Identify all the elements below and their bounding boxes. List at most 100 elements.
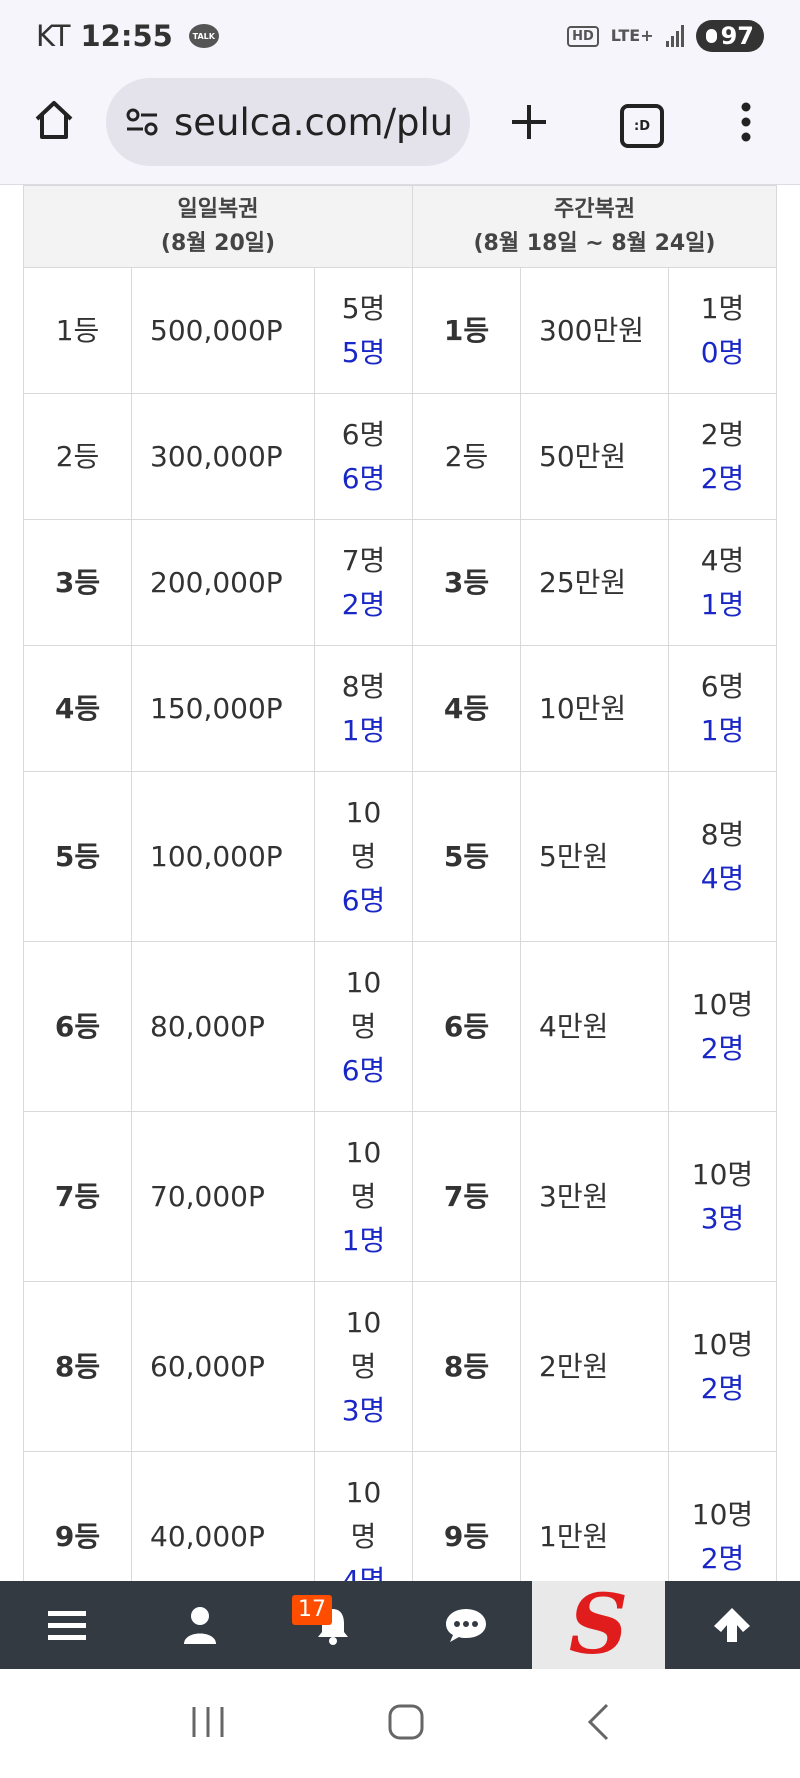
table-row: 1등 500,000P 5명 5명 1등 300만원 1명 0명	[23, 267, 777, 394]
kakaotalk-icon: TALK	[188, 24, 219, 48]
weekly-winners: 2명	[700, 1031, 745, 1065]
address-bar[interactable]: seulca.com/plu	[106, 78, 470, 166]
daily-winners: 1명	[341, 1223, 386, 1257]
daily-rank: 3등	[23, 519, 132, 646]
home-circle-icon	[388, 1704, 424, 1739]
weekly-prize: 5만원	[520, 771, 669, 942]
recent-apps-button[interactable]	[190, 1705, 226, 1743]
daily-winners: 6명	[341, 461, 386, 495]
site-logo: S	[568, 1577, 629, 1673]
table-row: 8등 60,000P 10 명 3명 8등 2만원 10명 2명	[23, 1281, 777, 1452]
weekly-prize: 10만원	[520, 645, 669, 772]
weekly-rank: 5등	[412, 771, 521, 942]
weekly-prize: 4만원	[520, 941, 669, 1112]
table-row: 5등 100,000P 10 명 6명 5등 5만원 8명 4명	[23, 771, 777, 942]
table-row: 6등 80,000P 10 명 6명 6등 4만원 10명 2명	[23, 941, 777, 1112]
weekly-rank: 6등	[412, 941, 521, 1112]
profile-button[interactable]	[133, 1581, 266, 1669]
weekly-rank: 3등	[412, 519, 521, 646]
carrier-label: KT	[36, 19, 71, 53]
weekly-total: 1명	[700, 291, 745, 325]
daily-total-unit: 명	[350, 1009, 377, 1043]
daily-total-number: 10	[345, 1135, 382, 1169]
weekly-rank: 9등	[412, 1451, 521, 1581]
weekly-rank: 8등	[412, 1281, 521, 1452]
weekly-count: 10명 3명	[668, 1111, 777, 1282]
browser-menu-button[interactable]	[730, 98, 762, 146]
weekly-winners: 2명	[700, 461, 745, 495]
weekly-total: 10명	[691, 1497, 754, 1531]
notification-badge: 17	[292, 1595, 332, 1625]
browser-toolbar: seulca.com/plu :D	[0, 72, 800, 185]
daily-prize: 40,000P	[131, 1451, 315, 1581]
daily-total-number: 10	[345, 795, 382, 829]
daily-total-number: 10	[345, 965, 382, 999]
clock: 12:55	[80, 19, 173, 53]
daily-count: 10 명 6명	[314, 771, 413, 942]
daily-prize: 70,000P	[131, 1111, 315, 1282]
weekly-winners: 2명	[700, 1371, 745, 1405]
scroll-top-button[interactable]	[665, 1581, 798, 1669]
daily-count: 8명 1명	[314, 645, 413, 772]
status-right: HD LTE+ 97	[567, 20, 764, 52]
daily-winners: 3명	[341, 1393, 386, 1427]
weekly-lottery-header: 주간복권 (8월 18일 ~ 8월 24일)	[412, 185, 777, 268]
chat-button[interactable]	[399, 1581, 532, 1669]
daily-rank: 6등	[23, 941, 132, 1112]
site-logo-button[interactable]: S	[532, 1581, 665, 1669]
daily-total: 7명	[341, 543, 386, 577]
weekly-prize: 3만원	[520, 1111, 669, 1282]
daily-total: 8명	[341, 669, 386, 703]
table-header-row: 일일복권 (8월 20일) 주간복권 (8월 18일 ~ 8월 24일)	[23, 185, 777, 268]
weekly-count: 10명 2명	[668, 1451, 777, 1581]
table-row: 9등 40,000P 10 명 4명 9등 1만원 10명 2명	[23, 1451, 777, 1582]
daily-prize: 100,000P	[131, 771, 315, 942]
menu-button[interactable]	[0, 1581, 133, 1669]
weekly-total: 4명	[700, 543, 745, 577]
lte-icon: LTE+	[610, 26, 654, 45]
battery-indicator: 97	[695, 20, 764, 52]
daily-total-unit: 명	[350, 1349, 377, 1383]
daily-total: 5명	[341, 291, 386, 325]
daily-count: 7명 2명	[314, 519, 413, 646]
weekly-prize: 2만원	[520, 1281, 669, 1452]
table-row: 2등 300,000P 6명 6명 2등 50만원 2명 2명	[23, 393, 777, 520]
weekly-lottery-date: (8월 18일 ~ 8월 24일)	[473, 230, 716, 256]
daily-winners: 6명	[341, 883, 386, 917]
new-tab-button[interactable]	[505, 98, 553, 146]
daily-rank: 8등	[23, 1281, 132, 1452]
daily-winners: 4명	[341, 1563, 386, 1582]
daily-rank: 9등	[23, 1451, 132, 1581]
weekly-rank: 7등	[412, 1111, 521, 1282]
back-button[interactable]	[586, 1703, 610, 1745]
daily-winners: 1명	[341, 713, 386, 747]
page-content[interactable]: 일일복권 (8월 20일) 주간복권 (8월 18일 ~ 8월 24일) 1등 …	[0, 185, 800, 1581]
notifications-button[interactable]: 17	[266, 1581, 399, 1669]
battery-level: 97	[720, 22, 754, 50]
hamburger-menu-icon	[47, 1611, 86, 1640]
daily-prize: 150,000P	[131, 645, 315, 772]
android-nav-bar	[0, 1669, 800, 1778]
daily-lottery-title: 일일복권	[177, 196, 259, 222]
lottery-prize-table: 일일복권 (8월 20일) 주간복권 (8월 18일 ~ 8월 24일) 1등 …	[23, 185, 777, 1581]
weekly-prize: 50만원	[520, 393, 669, 520]
daily-total-unit: 명	[350, 839, 377, 873]
battery-shield-icon	[705, 29, 717, 43]
weekly-winners: 3명	[700, 1201, 745, 1235]
daily-total-unit: 명	[350, 1519, 377, 1553]
weekly-rank: 4등	[412, 645, 521, 772]
status-bar: KT 12:55 TALK HD LTE+ 97	[0, 0, 800, 72]
home-nav-button[interactable]	[387, 1703, 425, 1745]
daily-lottery-header: 일일복권 (8월 20일)	[23, 185, 413, 268]
site-settings-icon[interactable]	[124, 104, 160, 140]
home-button[interactable]	[30, 96, 78, 144]
daily-rank: 1등	[23, 267, 132, 394]
daily-rank: 4등	[23, 645, 132, 772]
daily-rank: 2등	[23, 393, 132, 520]
daily-total-number: 10	[345, 1475, 382, 1509]
weekly-total: 10명	[691, 987, 754, 1021]
table-row: 3등 200,000P 7명 2명 3등 25만원 4명 1명	[23, 519, 777, 646]
daily-count: 10 명 4명	[314, 1451, 413, 1582]
daily-rank: 7등	[23, 1111, 132, 1282]
tab-switcher-button[interactable]: :D	[620, 104, 664, 148]
